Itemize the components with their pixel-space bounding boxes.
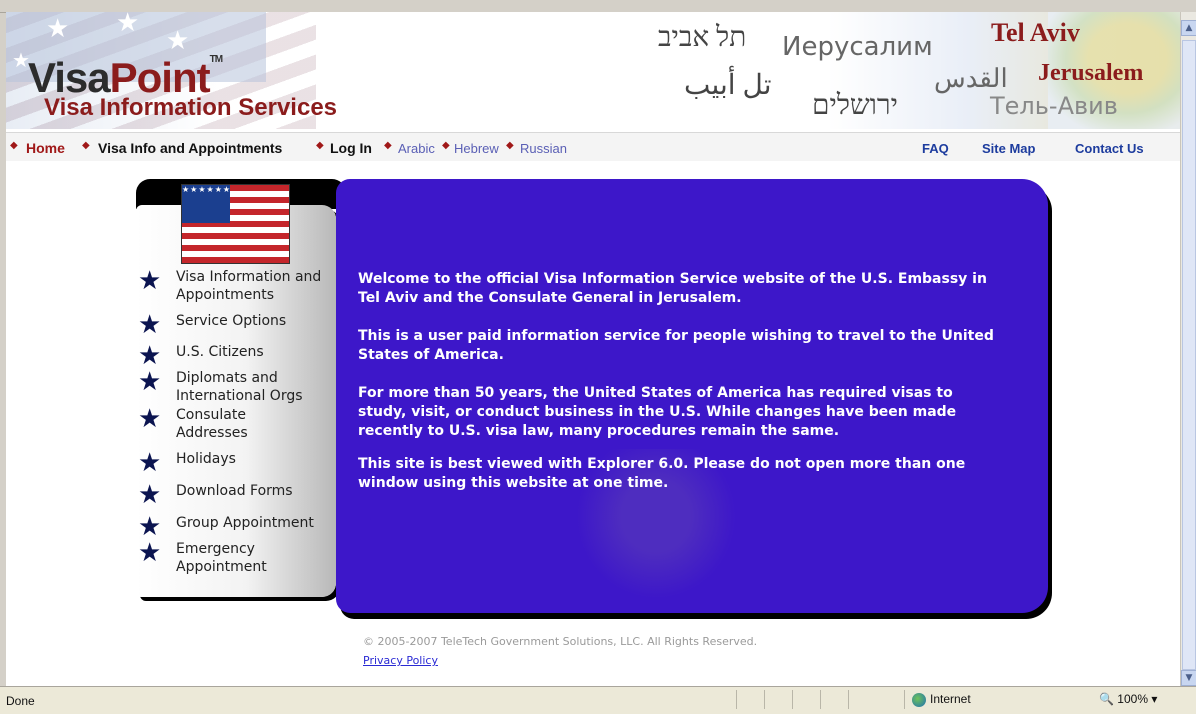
city-jerusalem-english: Jerusalem [1038,60,1144,86]
star-icon: ★ [138,310,162,340]
sidebar-item-label: Download Forms [176,483,293,499]
zoom-control[interactable]: 🔍 100% ▾ [1099,692,1157,706]
nav-bullet-icon: ◆ [506,140,514,151]
sidebar-item-consulate-addresses[interactable]: ★ Consulate Addresses [138,406,338,444]
nav-home-link[interactable]: Home [26,140,65,156]
browser-status-bar: Done Internet 🔍 100% ▾ [0,686,1196,714]
logo-tm: TM [209,54,223,65]
copyright-text: © 2005-2007 TeleTech Government Solution… [363,635,758,648]
top-navigation: ◆ Home ◆ Visa Info and Appointments ◆ Lo… [6,132,1180,161]
nav-hebrew-link[interactable]: Hebrew [454,141,499,156]
status-text: Done [6,694,35,708]
star-icon: ★ [138,367,162,397]
history-paragraph: For more than 50 years, the United State… [358,385,957,439]
city-tel-aviv-russian: Тель-Авив [990,92,1118,120]
sidebar-item-label: Visa Information and Appointments [176,269,322,303]
nav-bullet-icon: ◆ [316,140,324,151]
status-segment [848,690,877,709]
city-tel-aviv-arabic: تل أبيب [684,70,772,101]
sidebar-item-download-forms[interactable]: ★ Download Forms [138,482,338,508]
sidebar-item-label: Group Appointment [176,515,314,531]
zoom-icon: 🔍 [1099,692,1114,706]
globe-icon [912,692,926,707]
star-icon: ★ [138,404,162,434]
flag-canton: ★★★★★★★★★★★★★★★★★★★★★★★★★★★★★★ [182,185,230,223]
star-icon: ★ [138,448,162,478]
nav-site-map-link[interactable]: Site Map [982,141,1035,156]
vertical-scrollbar[interactable]: ▲ ▼ [1180,12,1196,686]
site-banner: ★ ★ ★ ★ VisaPointTM Visa Information Ser… [6,12,1180,129]
city-tel-aviv-english: Tel Aviv [991,18,1080,47]
nav-visa-info-link[interactable]: Visa Info and Appointments [98,140,282,156]
nav-contact-us-link[interactable]: Contact Us [1075,141,1144,156]
status-segment [820,690,849,709]
sidebar-item-label: Consulate Addresses [176,407,248,441]
city-tel-aviv-hebrew: תל אביב [658,22,747,53]
scrollbar-thumb[interactable] [1182,40,1196,670]
sidebar-item-service-options[interactable]: ★ Service Options [138,312,338,338]
star-icon: ★ [46,14,70,44]
security-zone: Internet [912,692,971,707]
nav-bullet-icon: ◆ [10,140,18,151]
city-jerusalem-hebrew: ירושלים [812,90,898,121]
sidebar-item-us-citizens[interactable]: ★ U.S. Citizens [138,343,338,369]
status-segment [736,690,765,709]
scroll-up-icon[interactable]: ▲ [1181,20,1196,36]
page-viewport: ★ ★ ★ ★ VisaPointTM Visa Information Ser… [6,12,1180,686]
star-icon: ★ [166,26,190,56]
scroll-down-icon[interactable]: ▼ [1181,670,1196,686]
nav-login-link[interactable]: Log In [330,140,372,156]
status-segment [764,690,793,709]
browser-note-paragraph: This site is best viewed with Explorer 6… [358,456,966,491]
sidebar-item-label: Emergency Appointment [176,541,267,575]
nav-faq-link[interactable]: FAQ [922,141,949,156]
sidebar-item-label: U.S. Citizens [176,344,264,360]
sidebar-item-label: Holidays [176,451,236,467]
sidebar-item-visa-information[interactable]: ★ Visa Information and Appointments [138,268,338,306]
welcome-paragraph: Welcome to the official Visa Information… [358,271,987,306]
star-icon: ★ [116,12,140,38]
zoom-level: 100% [1117,692,1148,706]
nav-bullet-icon: ◆ [384,140,392,151]
star-icon: ★ [138,341,162,371]
welcome-panel: Welcome to the official Visa Information… [336,179,1048,613]
nav-bullet-icon: ◆ [442,140,450,151]
star-icon: ★ [138,266,162,296]
sidebar-item-label: Diplomats and International Orgs [176,370,303,404]
sidebar-item-emergency-appointment[interactable]: ★ Emergency Appointment [138,540,338,578]
nav-russian-link[interactable]: Russian [520,141,567,156]
us-flag-image: ★★★★★★★★★★★★★★★★★★★★★★★★★★★★★★ [181,184,290,264]
privacy-policy-link[interactable]: Privacy Policy [363,654,438,667]
star-icon: ★ [138,538,162,568]
city-jerusalem-arabic: القدس [934,64,1008,93]
service-paragraph: This is a user paid information service … [358,328,994,363]
sidebar-item-diplomats[interactable]: ★ Diplomats and International Orgs [138,369,338,407]
site-tagline: Visa Information Services [44,94,338,121]
star-icon: ★ [138,480,162,510]
nav-bullet-icon: ◆ [82,140,90,151]
sidebar-item-label: Service Options [176,313,287,329]
status-segment [792,690,821,709]
sidebar-item-holidays[interactable]: ★ Holidays [138,450,338,476]
sidebar-item-group-appointment[interactable]: ★ Group Appointment [138,514,338,540]
city-jerusalem-russian: Иерусалим [782,32,933,62]
zone-label: Internet [930,692,971,706]
nav-arabic-link[interactable]: Arabic [398,141,435,156]
star-icon: ★ [138,512,162,542]
